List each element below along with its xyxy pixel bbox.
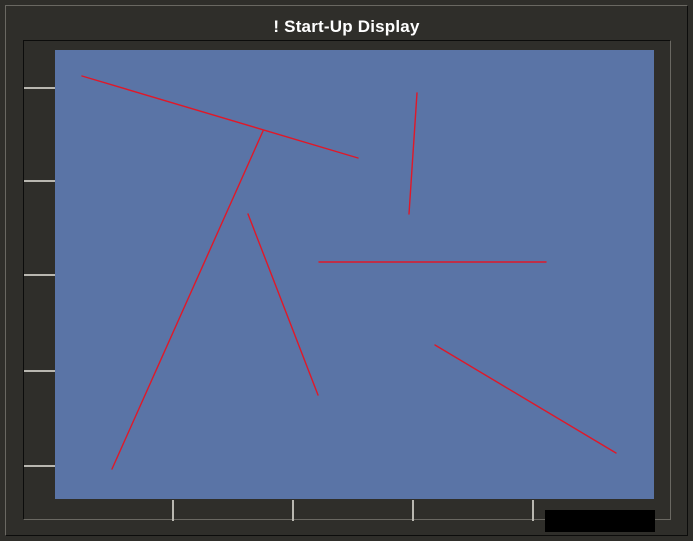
left-ruler-tick: [24, 274, 55, 276]
bottom-ruler-tick: [172, 500, 174, 521]
left-ruler-tick: [24, 180, 55, 182]
red-line-segment: [434, 344, 617, 454]
left-ruler-tick: [24, 370, 55, 372]
left-ruler-tick: [24, 465, 55, 467]
bottom-ruler-tick: [292, 500, 294, 521]
window-title: ! Start-Up Display: [273, 17, 420, 36]
start-up-display-window: ! Start-Up Display: [0, 0, 693, 541]
status-box: [545, 510, 655, 532]
red-line-segment: [247, 213, 319, 396]
bottom-ruler-tick: [532, 500, 534, 521]
left-ruler-tick: [24, 87, 55, 89]
red-line-segment: [81, 75, 359, 159]
bottom-ruler-tick: [412, 500, 414, 521]
red-line-segment: [408, 92, 418, 215]
line-drawing: [81, 75, 617, 470]
display-canvas[interactable]: [55, 50, 654, 499]
red-line-segment: [111, 130, 264, 470]
